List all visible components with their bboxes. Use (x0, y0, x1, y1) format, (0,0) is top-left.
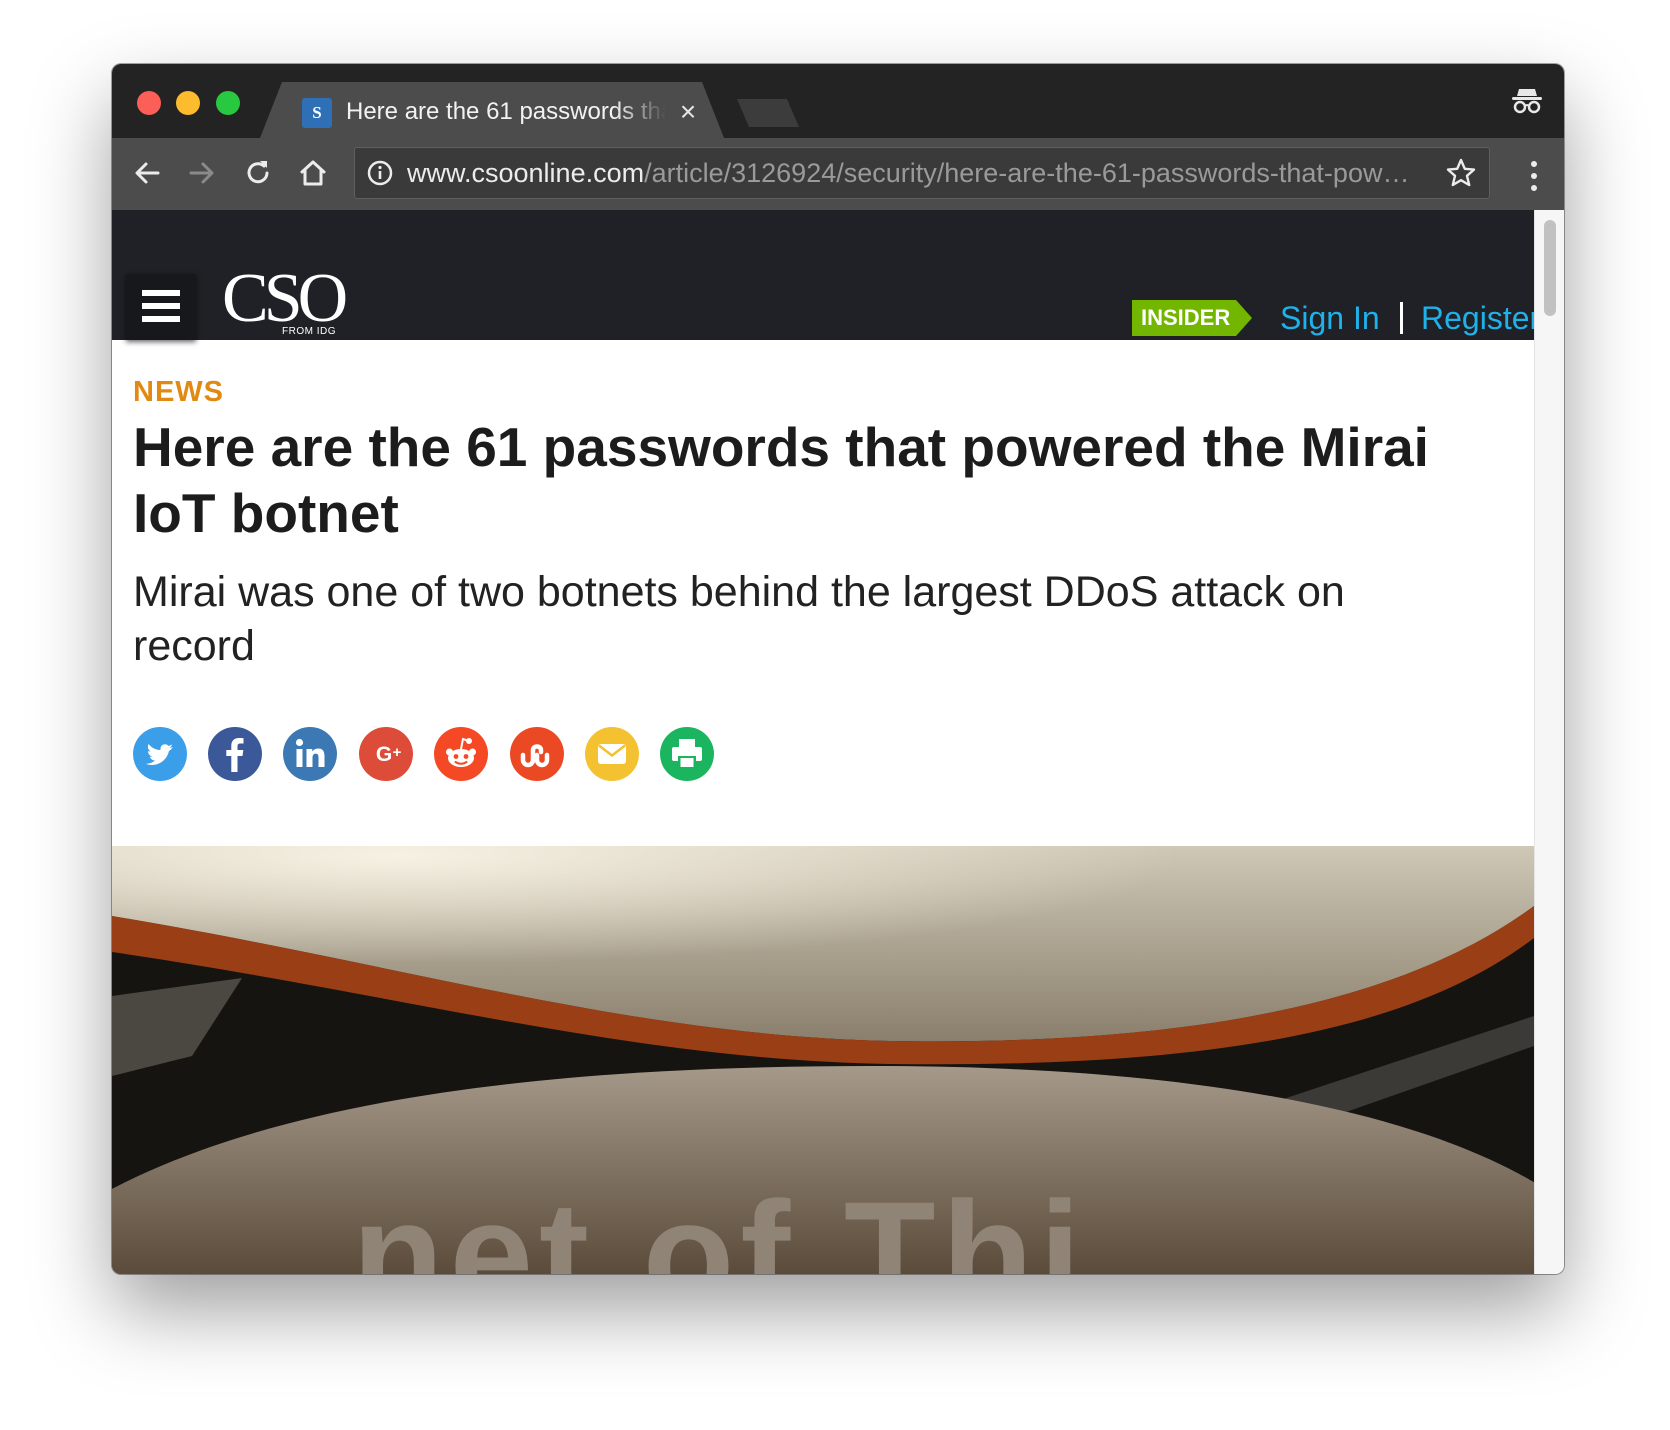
stumbleupon-share-icon[interactable] (510, 727, 564, 781)
facebook-share-icon[interactable] (208, 727, 262, 781)
tab-close-icon[interactable]: × (673, 95, 703, 129)
article-headline: Here are the 61 passwords that powered t… (133, 416, 1429, 544)
site-favicon-icon: S (302, 98, 332, 128)
incognito-icon (1512, 89, 1542, 114)
new-tab-button[interactable] (737, 99, 799, 127)
browser-toolbar: www.csoonline.com/article/3126924/securi… (112, 138, 1564, 210)
register-link[interactable]: Register (1421, 298, 1534, 338)
browser-window: S Here are the 61 passwords that powered… (112, 64, 1564, 1274)
article-dek: Mirai was one of two botnets behind the … (133, 568, 1345, 670)
bookmark-star-icon[interactable] (1445, 157, 1477, 189)
site-logo[interactable]: CSO (222, 264, 348, 334)
url-text[interactable]: www.csoonline.com/article/3126924/securi… (407, 156, 1417, 190)
home-icon[interactable] (296, 156, 330, 190)
info-icon[interactable] (367, 160, 393, 186)
window-maximize-button[interactable] (216, 91, 240, 115)
page-scrollbar[interactable] (1534, 210, 1564, 1274)
browser-tab-active[interactable]: S Here are the 61 passwords that powered… (260, 82, 724, 138)
scrollbar-thumb[interactable] (1544, 220, 1556, 316)
site-header: CSO FROM IDG INSIDER Sign In Register (112, 210, 1534, 340)
email-share-icon[interactable] (585, 727, 639, 781)
site-logo-subtitle: FROM IDG (282, 326, 336, 337)
linkedin-share-icon[interactable] (283, 727, 337, 781)
article-kicker[interactable]: NEWS (133, 376, 224, 409)
print-share-icon[interactable] (660, 727, 714, 781)
insider-badge[interactable]: INSIDER (1132, 300, 1252, 336)
menu-dots-icon[interactable] (1528, 159, 1540, 193)
header-divider (1400, 302, 1403, 334)
hero-sign-text: net of Thi (352, 1170, 1087, 1274)
sign-in-link[interactable]: Sign In (1280, 298, 1380, 338)
url-path: /article/3126924/security/here-are-the-6… (644, 158, 1417, 188)
article-hero-image: net of Thi (112, 846, 1534, 1274)
forward-arrow-icon[interactable] (185, 156, 219, 190)
svg-text:G: G (376, 743, 392, 766)
twitter-share-icon[interactable] (133, 727, 187, 781)
url-host: www.csoonline.com (407, 158, 645, 188)
tab-title: Here are the 61 passwords that powered t… (346, 98, 666, 125)
hamburger-menu-icon[interactable] (126, 274, 196, 340)
window-minimize-button[interactable] (176, 91, 200, 115)
reload-icon[interactable] (241, 156, 275, 190)
google-plus-share-icon[interactable]: G + (359, 727, 413, 781)
address-bar[interactable]: www.csoonline.com/article/3126924/securi… (354, 147, 1490, 199)
web-page: CSO FROM IDG INSIDER Sign In Register NE… (112, 210, 1534, 1274)
window-close-button[interactable] (137, 91, 161, 115)
svg-text:+: + (393, 744, 402, 761)
tab-strip: S Here are the 61 passwords that powered… (112, 64, 1564, 138)
reddit-share-icon[interactable] (434, 727, 488, 781)
back-arrow-icon[interactable] (130, 156, 164, 190)
